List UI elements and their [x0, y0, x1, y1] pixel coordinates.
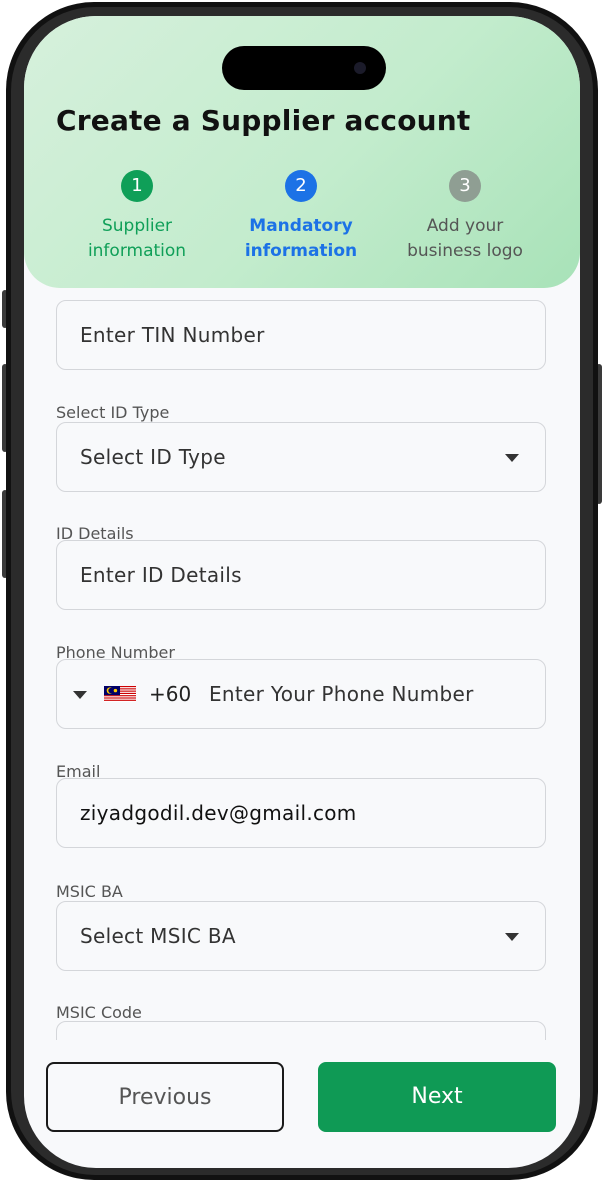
step-number-badge: 1 [121, 170, 153, 202]
tin-number-placeholder: Enter TIN Number [80, 323, 265, 347]
id-details-input[interactable]: Enter ID Details [56, 540, 546, 610]
msic-code-select[interactable] [56, 1021, 546, 1040]
dropdown-arrow-icon [505, 454, 519, 462]
msic-ba-label: MSIC BA [56, 882, 123, 901]
header-section: Create a Supplier account 1 Supplier inf… [24, 16, 580, 288]
id-details-placeholder: Enter ID Details [80, 563, 242, 587]
step-mandatory-information[interactable]: 2 Mandatory information [216, 170, 386, 264]
id-type-select[interactable]: Select ID Type [56, 422, 546, 492]
step-number-badge: 3 [449, 170, 481, 202]
previous-button[interactable]: Previous [46, 1062, 284, 1132]
malaysia-flag-icon[interactable] [104, 682, 136, 706]
step-supplier-information[interactable]: 1 Supplier information [52, 170, 222, 264]
id-type-label: Select ID Type [56, 403, 170, 422]
next-button[interactable]: Next [318, 1062, 556, 1132]
msic-ba-select[interactable]: Select MSIC BA [56, 901, 546, 971]
phone-number-input[interactable]: +60 Enter Your Phone Number [56, 659, 546, 729]
step-label: Supplier information [87, 216, 187, 261]
msic-code-label: MSIC Code [56, 1003, 142, 1022]
id-type-placeholder: Select ID Type [80, 445, 226, 469]
app-screen: Create a Supplier account 1 Supplier inf… [24, 16, 580, 1168]
camera-icon [354, 62, 366, 74]
step-label: Add your business logo [407, 216, 523, 261]
dropdown-arrow-icon [505, 933, 519, 941]
email-value: ziyadgodil.dev@gmail.com [80, 801, 357, 825]
phone-number-placeholder: Enter Your Phone Number [209, 682, 474, 706]
page-title: Create a Supplier account [56, 104, 471, 137]
mandatory-info-form: Enter TIN Number Select ID Type Select I… [24, 288, 580, 1040]
dynamic-island [222, 46, 386, 90]
country-dropdown-arrow-icon[interactable] [73, 691, 87, 699]
country-dial-code: +60 [149, 682, 192, 706]
step-number-badge: 2 [285, 170, 317, 202]
step-business-logo[interactable]: 3 Add your business logo [380, 170, 550, 264]
email-input[interactable]: ziyadgodil.dev@gmail.com [56, 778, 546, 848]
tin-number-input[interactable]: Enter TIN Number [56, 300, 546, 370]
msic-ba-placeholder: Select MSIC BA [80, 924, 236, 948]
step-label: Mandatory information [244, 216, 358, 261]
